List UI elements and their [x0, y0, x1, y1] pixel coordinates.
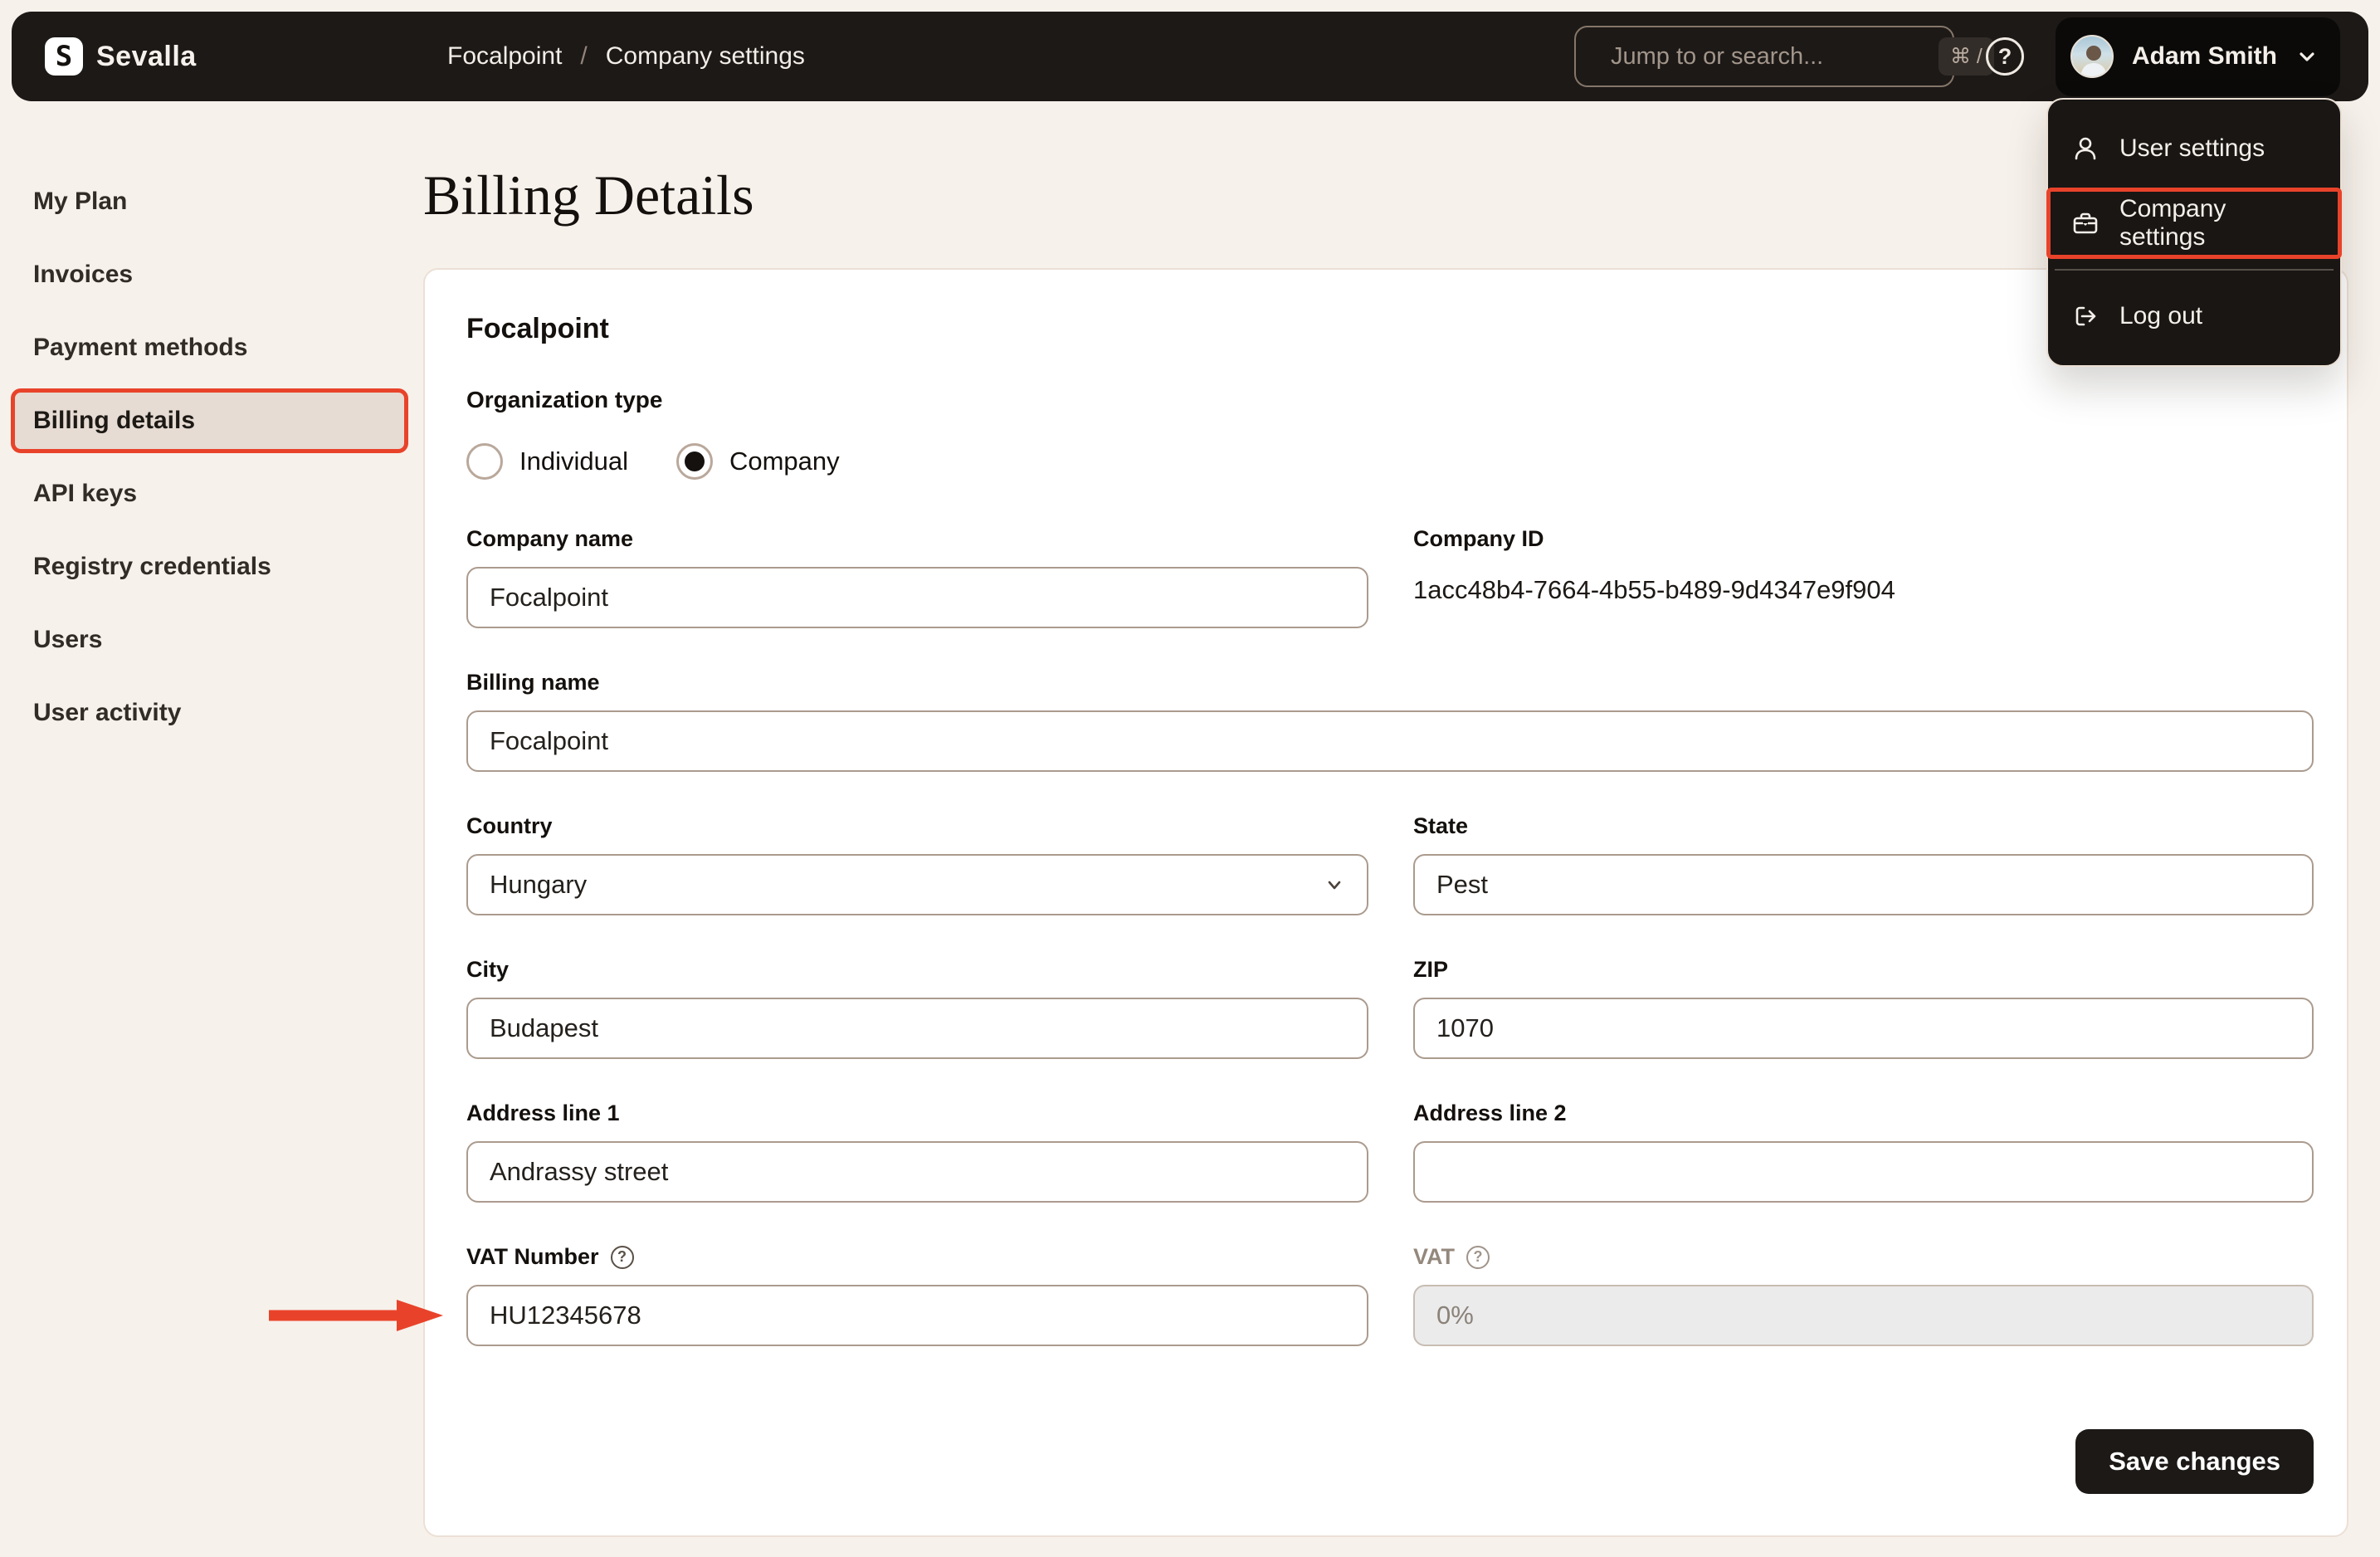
vat-number-field: VAT Number ?	[269, 1244, 1368, 1346]
company-name-label: Company name	[466, 526, 634, 551]
radio-label: Individual	[519, 447, 628, 476]
company-id-field: Company ID 1acc48b4-7664-4b55-b489-9d434…	[1413, 526, 2314, 628]
logo-letter: S	[55, 40, 73, 73]
search-input[interactable]	[1610, 42, 1924, 71]
avatar	[2070, 35, 2114, 78]
address-line-1-label: Address line 1	[466, 1101, 620, 1125]
menu-item-label: Log out	[2119, 302, 2203, 329]
city-label: City	[466, 957, 510, 982]
address-line-2-field: Address line 2	[1413, 1101, 2314, 1203]
global-search[interactable]: ⌘ /	[1573, 26, 1994, 87]
state-label: State	[1413, 813, 1469, 838]
chevron-down-icon	[2300, 52, 2314, 61]
company-name-input[interactable]	[466, 567, 1368, 628]
radio-circle-company	[675, 443, 713, 480]
menu-item-company-settings[interactable]: Company settings	[2046, 188, 2342, 259]
help-icon[interactable]: ?	[1985, 37, 2024, 76]
billing-name-field: Billing name	[466, 670, 2314, 772]
vat-number-label: VAT Number ?	[466, 1244, 1368, 1270]
user-name: Adam Smith	[2131, 42, 2277, 70]
organization-type-label: Organization type	[466, 387, 663, 412]
sidebar-item-user-activity[interactable]: User activity	[11, 681, 408, 745]
zip-field: ZIP	[1413, 957, 2314, 1059]
address-line-2-input[interactable]	[1413, 1141, 2314, 1203]
sidebar-item-invoices[interactable]: Invoices	[11, 242, 408, 307]
country-field: Country Hungary	[466, 813, 1368, 915]
menu-item-label: User settings	[2119, 134, 2265, 162]
menu-item-log-out[interactable]: Log out	[2048, 281, 2340, 352]
zip-label: ZIP	[1413, 957, 1449, 982]
vat-field: VAT ?	[1413, 1244, 2314, 1346]
company-id-value: 1acc48b4-7664-4b55-b489-9d4347e9f904	[1413, 575, 1895, 604]
sidebar-item-registry-credentials[interactable]: Registry credentials	[11, 534, 408, 599]
menu-divider	[2055, 269, 2334, 271]
briefcase-icon	[2073, 212, 2098, 234]
radio-individual[interactable]: Individual	[466, 443, 628, 480]
country-select[interactable]: Hungary	[466, 854, 1368, 915]
sidebar-item-billing-details[interactable]: Billing details	[11, 388, 408, 453]
billing-name-input[interactable]	[466, 710, 2314, 772]
country-label: Country	[466, 813, 553, 838]
help-question-glyph: ?	[1997, 43, 2012, 69]
vat-label-text: VAT	[1413, 1244, 1455, 1269]
company-id-label: Company ID	[1413, 526, 1544, 551]
settings-sidebar: My Plan Invoices Payment methods Billing…	[0, 101, 419, 754]
state-field: State	[1413, 813, 2314, 915]
vat-input	[1413, 1285, 2314, 1346]
chevron-down-icon	[1328, 881, 1341, 890]
user-menu-button[interactable]: Adam Smith	[2055, 17, 2340, 96]
organization-name-heading: Focalpoint	[466, 313, 609, 344]
user-dropdown-menu: User settings Company settings Log out	[2046, 98, 2342, 367]
help-icon[interactable]: ?	[1466, 1245, 1490, 1269]
menu-item-label: Company settings	[2119, 195, 2226, 251]
address-line-1-field: Address line 1	[466, 1101, 1368, 1203]
vat-number-label-text: VAT Number	[466, 1244, 599, 1269]
annotation-arrow	[269, 1300, 443, 1331]
breadcrumb-separator: /	[580, 42, 588, 70]
logout-icon	[2075, 306, 2096, 326]
breadcrumb-org[interactable]: Focalpoint	[447, 42, 562, 71]
organization-type-radio-group: Individual Company	[466, 443, 2314, 480]
billing-details-card: Focalpoint Organization type Individual …	[269, 268, 2348, 1537]
city-field: City	[466, 957, 1368, 1059]
address-line-1-input[interactable]	[466, 1141, 1368, 1203]
breadcrumb: Focalpoint / Company settings	[447, 12, 805, 101]
brand-name: Sevalla	[96, 40, 197, 72]
sidebar-item-users[interactable]: Users	[11, 608, 408, 672]
billing-name-label: Billing name	[466, 670, 600, 695]
save-changes-button[interactable]: Save changes	[2075, 1429, 2314, 1494]
company-name-field: Company name	[466, 526, 1368, 628]
sidebar-item-api-keys[interactable]: API keys	[11, 461, 408, 526]
breadcrumb-page[interactable]: Company settings	[606, 42, 805, 71]
user-icon	[2075, 137, 2096, 160]
sidebar-item-my-plan[interactable]: My Plan	[11, 169, 408, 234]
zip-input[interactable]	[1413, 998, 2314, 1059]
menu-item-user-settings[interactable]: User settings	[2048, 113, 2340, 184]
state-input[interactable]	[1413, 854, 2314, 915]
radio-label: Company	[729, 447, 840, 476]
help-icon[interactable]: ?	[610, 1245, 634, 1269]
sevalla-logo-icon: S	[45, 37, 83, 76]
city-input[interactable]	[466, 998, 1368, 1059]
brand[interactable]: S Sevalla	[12, 37, 197, 76]
vat-number-input[interactable]	[466, 1285, 1368, 1346]
country-selected-value: Hungary	[490, 870, 588, 899]
sidebar-item-payment-methods[interactable]: Payment methods	[11, 315, 408, 380]
radio-company[interactable]: Company	[675, 443, 840, 480]
address-line-2-label: Address line 2	[1413, 1101, 1567, 1125]
radio-circle-individual	[466, 443, 503, 480]
top-bar: S Sevalla Focalpoint / Company settings …	[12, 12, 2368, 101]
vat-label: VAT ?	[1413, 1244, 2314, 1270]
